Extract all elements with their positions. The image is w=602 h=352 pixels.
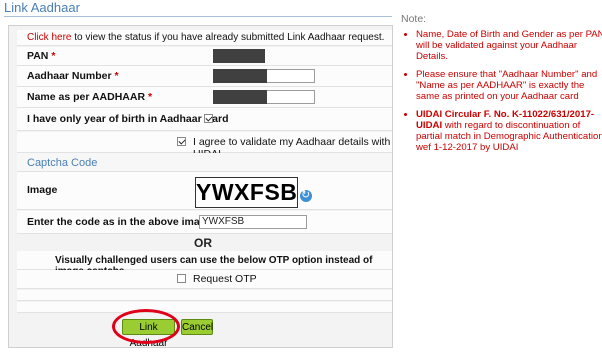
page-heading: Link Aadhaar xyxy=(4,0,80,15)
agree-checkbox[interactable] xyxy=(177,137,186,146)
spacer-row xyxy=(17,302,392,313)
required-marker: * xyxy=(51,50,56,62)
captcha-image-label: Image xyxy=(27,184,58,196)
pan-label: PAN xyxy=(27,50,49,62)
captcha-code-label: Enter the code as in the above image xyxy=(27,216,212,228)
heading-divider xyxy=(4,16,392,17)
name-row: Name as per AADHAAR * xyxy=(17,87,392,108)
spacer-row xyxy=(17,290,392,301)
captcha-image: YWXFSB xyxy=(195,177,298,208)
yob-row: I have only year of birth in Aadhaar Car… xyxy=(17,108,392,131)
note-title: Note: xyxy=(401,13,427,25)
circular-text: with regard to discontinuation of partia… xyxy=(416,120,602,153)
or-separator: OR xyxy=(194,236,212,250)
pan-row: PAN * xyxy=(17,47,392,66)
status-link[interactable]: Click here xyxy=(27,32,71,43)
note-item: Please ensure that "Aadhaar Number" and … xyxy=(416,69,602,102)
note-item: Name, Date of Birth and Gender as per PA… xyxy=(416,29,602,62)
refresh-icon[interactable] xyxy=(300,188,312,202)
note-list: Name, Date of Birth and Gender as per PA… xyxy=(404,29,602,160)
otp-checkbox[interactable] xyxy=(177,274,186,283)
aadhaar-label: Aadhaar Number xyxy=(27,70,112,82)
otp-label: Request OTP xyxy=(193,273,257,285)
captcha-section: Captcha Code xyxy=(17,153,392,172)
required-marker: * xyxy=(147,91,153,103)
otp-notice-row: Visually challenged users can use the be… xyxy=(17,251,392,277)
captcha-code-input[interactable]: YWXFSB xyxy=(199,215,307,229)
note-item: UIDAI Circular F. No. K-11022/631/2017-U… xyxy=(416,109,602,153)
name-label: Name as per AADHAAR xyxy=(27,91,146,103)
captcha-section-title: Captcha Code xyxy=(27,157,98,169)
agree-row: I agree to validate my Aadhaar details w… xyxy=(17,132,392,160)
captcha-code-row: Enter the code as in the above image * Y… xyxy=(17,211,392,234)
aadhaar-masked-value xyxy=(213,69,267,83)
yob-label: I have only year of birth in Aadhaar Car… xyxy=(27,113,229,125)
aadhaar-row: Aadhaar Number * xyxy=(17,66,392,87)
pan-input[interactable] xyxy=(213,49,265,63)
status-text: to view the status if you have already s… xyxy=(71,32,385,43)
highlight-ring xyxy=(112,309,180,344)
required-marker: * xyxy=(114,70,119,82)
otp-row: Request OTP xyxy=(17,270,392,289)
name-masked-value xyxy=(213,90,267,104)
yob-checkbox[interactable] xyxy=(204,114,213,123)
status-row: Click here to view the status if you hav… xyxy=(17,30,392,46)
cancel-button[interactable]: Cancel xyxy=(181,319,213,335)
